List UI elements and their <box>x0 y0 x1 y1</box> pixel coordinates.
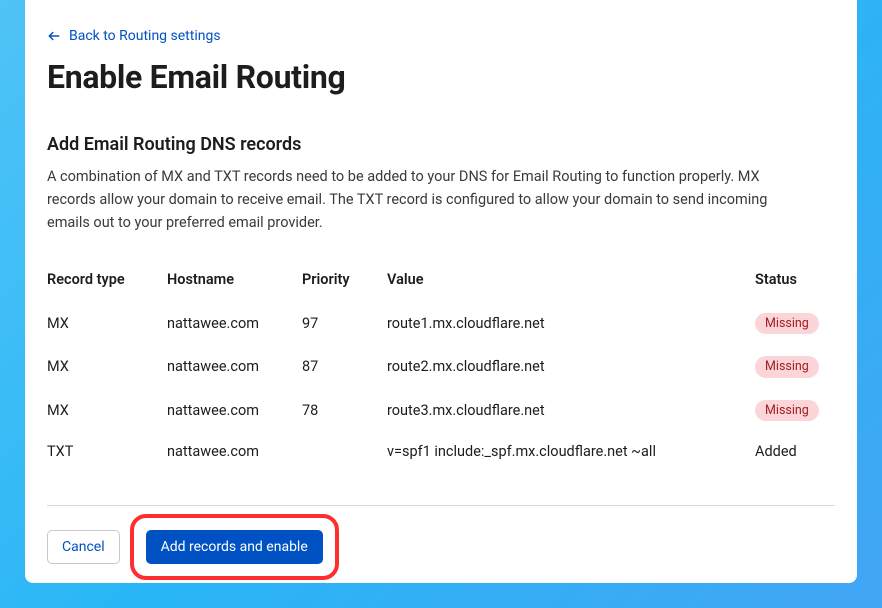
col-header-status: Status <box>755 263 835 302</box>
cell-hostname: nattawee.com <box>167 432 302 471</box>
cell-status: Missing <box>755 302 835 346</box>
section-heading: Add Email Routing DNS records <box>47 134 835 155</box>
col-header-value: Value <box>387 263 755 302</box>
add-records-button[interactable]: Add records and enable <box>146 530 323 564</box>
cell-status: Missing <box>755 345 835 389</box>
col-header-priority: Priority <box>302 263 387 302</box>
cell-status: Added <box>755 432 835 471</box>
status-badge-missing: Missing <box>755 356 819 378</box>
back-link[interactable]: Back to Routing settings <box>47 28 221 44</box>
col-header-type: Record type <box>47 263 167 302</box>
col-header-hostname: Hostname <box>167 263 302 302</box>
cell-priority <box>302 432 387 471</box>
settings-card: Back to Routing settings Enable Email Ro… <box>25 0 857 583</box>
cell-priority: 78 <box>302 389 387 433</box>
actions-row: Cancel Add records and enable <box>47 530 835 564</box>
cell-record-type: MX <box>47 389 167 433</box>
table-row: MXnattawee.com97route1.mx.cloudflare.net… <box>47 302 835 346</box>
cell-hostname: nattawee.com <box>167 345 302 389</box>
section-description: A combination of MX and TXT records need… <box>47 165 807 235</box>
table-row: MXnattawee.com87route2.mx.cloudflare.net… <box>47 345 835 389</box>
cell-record-type: MX <box>47 302 167 346</box>
footer-separator <box>47 505 835 506</box>
status-badge-missing: Missing <box>755 313 819 335</box>
cell-value: route3.mx.cloudflare.net <box>387 389 755 433</box>
cell-status: Missing <box>755 389 835 433</box>
status-badge-missing: Missing <box>755 400 819 422</box>
cell-record-type: TXT <box>47 432 167 471</box>
table-row: TXTnattawee.com v=spf1 include:_spf.mx.cl… <box>47 432 835 471</box>
back-link-label: Back to Routing settings <box>69 28 221 44</box>
cell-hostname: nattawee.com <box>167 389 302 433</box>
cancel-button[interactable]: Cancel <box>47 530 120 564</box>
cell-priority: 87 <box>302 345 387 389</box>
cell-value: route1.mx.cloudflare.net <box>387 302 755 346</box>
cell-hostname: nattawee.com <box>167 302 302 346</box>
table-header-row: Record type Hostname Priority Value Stat… <box>47 263 835 302</box>
arrow-left-icon <box>47 29 61 43</box>
dns-records-table: Record type Hostname Priority Value Stat… <box>47 263 835 472</box>
cell-value: v=spf1 include:_spf.mx.cloudflare.net ~a… <box>387 432 755 471</box>
cell-value: route2.mx.cloudflare.net <box>387 345 755 389</box>
cell-record-type: MX <box>47 345 167 389</box>
table-row: MXnattawee.com78route3.mx.cloudflare.net… <box>47 389 835 433</box>
cell-priority: 97 <box>302 302 387 346</box>
page-title: Enable Email Routing <box>47 58 835 96</box>
